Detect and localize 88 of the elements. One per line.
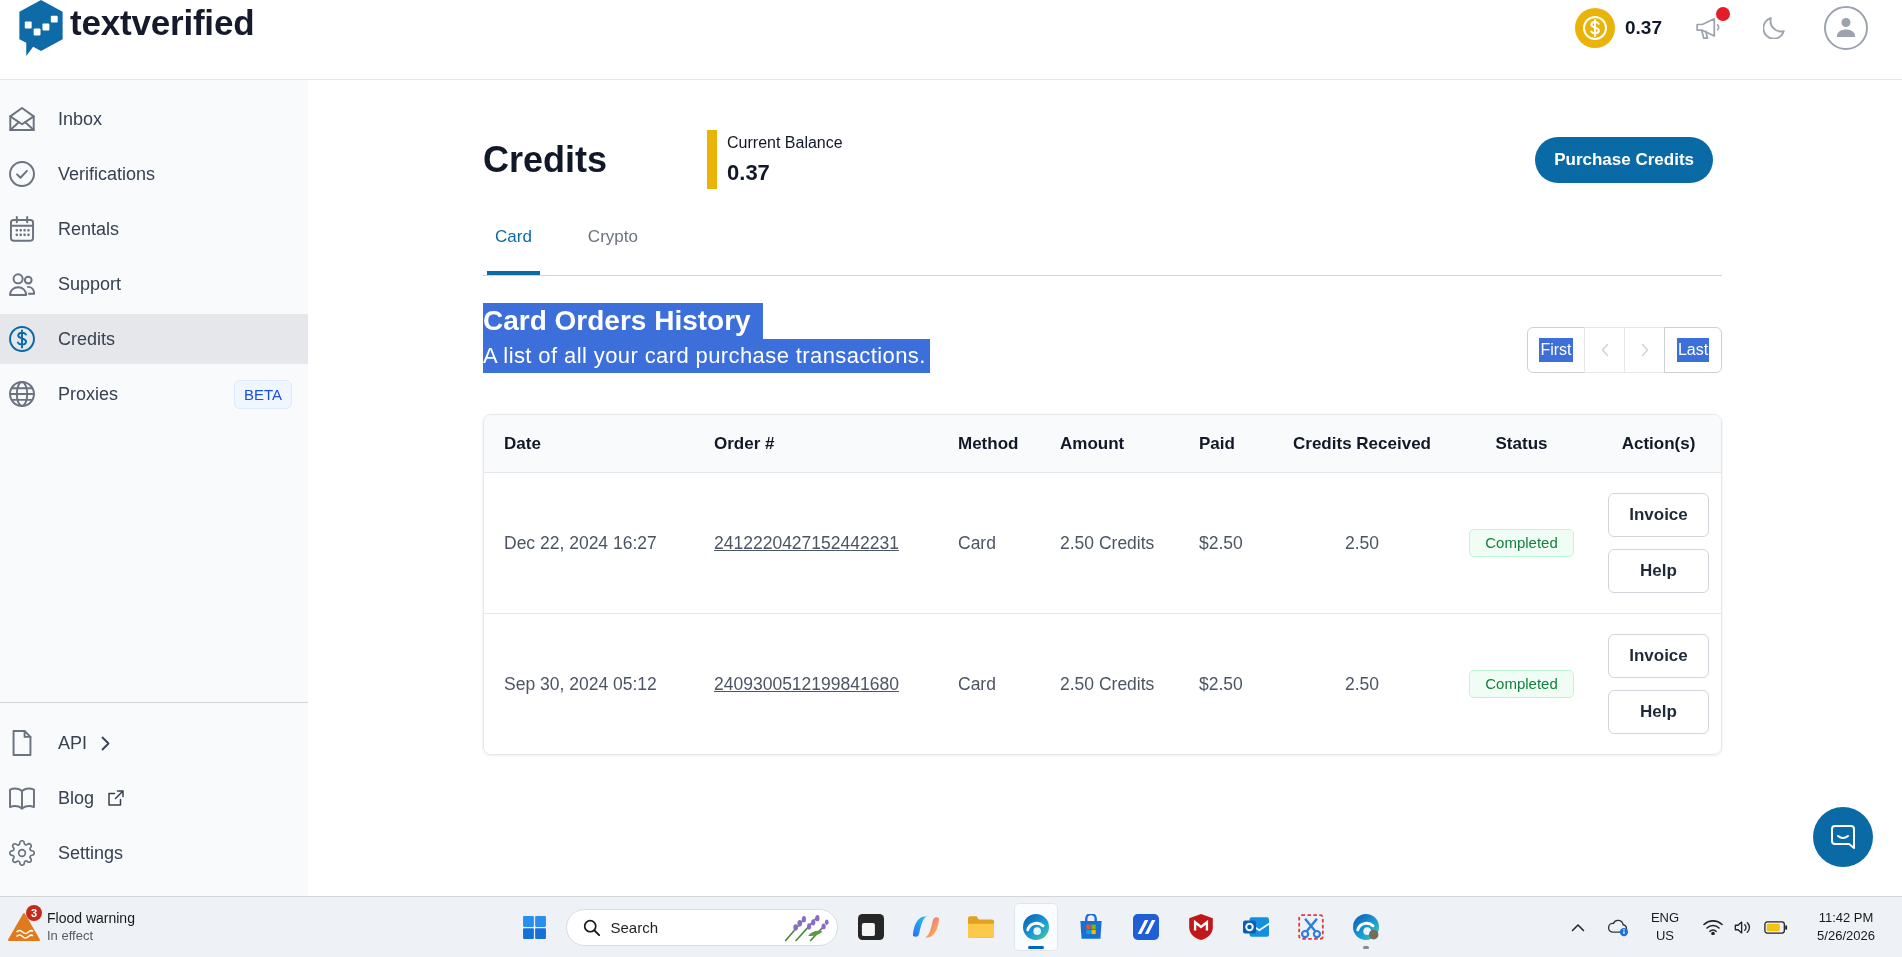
balance-amount: 0.37 bbox=[1625, 17, 1662, 39]
logo-icon[interactable] bbox=[18, 0, 64, 57]
last-page-button[interactable]: Last bbox=[1664, 327, 1722, 373]
weather-status: In effect bbox=[47, 927, 93, 945]
column-header: Credits Received bbox=[1293, 433, 1431, 454]
cloud-icon[interactable] bbox=[1607, 917, 1629, 937]
balance-value: 0.37 bbox=[727, 159, 770, 187]
balance-label: Current Balance bbox=[727, 133, 843, 153]
weather-title: Flood warning bbox=[47, 909, 135, 927]
column-header: Action(s) bbox=[1621, 433, 1696, 454]
people-icon bbox=[9, 271, 35, 297]
clock-button[interactable]: 11:42 PM 5/26/2026 bbox=[1809, 909, 1883, 945]
tab[interactable]: Card bbox=[487, 213, 540, 275]
status-badge: Completed bbox=[1469, 529, 1574, 557]
start-icon[interactable] bbox=[522, 914, 547, 940]
sidebar-item[interactable]: Support bbox=[0, 259, 308, 309]
table-cell: Sep 30, 2024 05:12 bbox=[504, 673, 657, 695]
tab[interactable]: Crypto bbox=[579, 213, 646, 275]
action-button[interactable]: Invoice bbox=[1608, 634, 1709, 678]
speaker-icon[interactable] bbox=[1734, 919, 1752, 935]
column-header: Status bbox=[1495, 433, 1548, 454]
page-title: Credits bbox=[483, 137, 608, 182]
action-button[interactable]: Help bbox=[1608, 549, 1709, 593]
column-header: Amount bbox=[1060, 433, 1125, 454]
envelope-icon bbox=[1242, 914, 1269, 940]
table-cell: $2.50 bbox=[1199, 673, 1243, 695]
striped-tile-icon bbox=[1132, 914, 1159, 940]
globe-icon bbox=[9, 381, 35, 407]
task-view-icon bbox=[857, 914, 884, 940]
chevron-right-icon bbox=[1640, 343, 1649, 357]
table-cell: Card bbox=[958, 532, 996, 554]
section-description: A list of all your card purchase transactions. bbox=[483, 339, 930, 373]
wave-circle-icon bbox=[1022, 914, 1049, 940]
calendar-icon bbox=[9, 216, 35, 242]
settings-icon bbox=[9, 840, 35, 866]
logo-text[interactable]: textverified bbox=[70, 3, 255, 43]
column-header: Method bbox=[958, 433, 1019, 454]
sidebar-item[interactable]: Verifications bbox=[0, 149, 308, 199]
sidebar-item[interactable]: API bbox=[0, 718, 308, 768]
balance-accent-bar bbox=[707, 130, 718, 189]
action-button[interactable]: Help bbox=[1608, 690, 1709, 734]
dollar-coin-icon bbox=[1575, 8, 1615, 48]
shield-icon bbox=[1187, 914, 1214, 940]
external-link-icon bbox=[108, 790, 125, 806]
wifi-icon[interactable] bbox=[1703, 919, 1723, 935]
battery-icon[interactable] bbox=[1764, 920, 1788, 934]
purchase-credits-button[interactable]: Purchase Credits bbox=[1535, 136, 1713, 183]
column-header: Order # bbox=[714, 433, 775, 454]
sidebar-item[interactable]: Proxies BETA bbox=[0, 369, 308, 419]
beta-badge: BETA bbox=[233, 379, 292, 409]
book-icon bbox=[9, 785, 35, 811]
first-page-button[interactable]: First bbox=[1527, 327, 1585, 373]
envelope-icon bbox=[9, 106, 35, 132]
action-button[interactable]: Invoice bbox=[1608, 493, 1709, 537]
search-icon bbox=[582, 918, 600, 936]
sidebar-item[interactable]: Blog bbox=[0, 773, 308, 823]
folder-icon bbox=[967, 914, 994, 940]
chevron-up-icon[interactable] bbox=[1571, 922, 1585, 932]
wave-circle-icon bbox=[1352, 914, 1379, 940]
table-cell: Card bbox=[958, 673, 996, 695]
sidebar-item[interactable]: Settings bbox=[0, 828, 308, 878]
search-field[interactable]: Search bbox=[565, 908, 838, 946]
table-cell: 2.50 Credits bbox=[1060, 532, 1155, 554]
table-cell: 2.50 Credits bbox=[1060, 673, 1155, 695]
status-badge: Completed bbox=[1469, 670, 1574, 698]
table-cell: $2.50 bbox=[1199, 532, 1243, 554]
chat-button[interactable] bbox=[1813, 807, 1873, 867]
table-cell: 2.50 bbox=[1344, 532, 1380, 554]
check-circle-icon bbox=[9, 161, 35, 187]
sidebar-item[interactable]: Credits bbox=[0, 314, 308, 364]
order-number-link[interactable]: 2412220427152442231 bbox=[714, 532, 899, 553]
alert-count-badge: 3 bbox=[26, 905, 42, 921]
column-header: Date bbox=[504, 433, 541, 454]
petals-icon bbox=[912, 914, 939, 940]
scissors-icon bbox=[1297, 914, 1324, 940]
chevron-left-icon bbox=[1600, 343, 1609, 357]
table-cell: Dec 22, 2024 16:27 bbox=[504, 532, 657, 554]
dollar-circle-icon bbox=[9, 326, 35, 352]
column-header: Paid bbox=[1199, 433, 1235, 454]
language-button[interactable]: ENG US bbox=[1645, 909, 1685, 945]
sidebar-item[interactable]: Inbox bbox=[0, 94, 308, 144]
order-number-link[interactable]: 2409300512199841680 bbox=[714, 673, 899, 694]
chat-bubble-icon bbox=[1830, 824, 1856, 850]
sidebar-item[interactable]: Rentals bbox=[0, 204, 308, 254]
chevron-right-icon bbox=[101, 735, 110, 751]
section-title: Card Orders History bbox=[483, 303, 763, 339]
shopping-bag-icon bbox=[1077, 914, 1104, 940]
table-cell: 2.50 bbox=[1344, 673, 1380, 695]
